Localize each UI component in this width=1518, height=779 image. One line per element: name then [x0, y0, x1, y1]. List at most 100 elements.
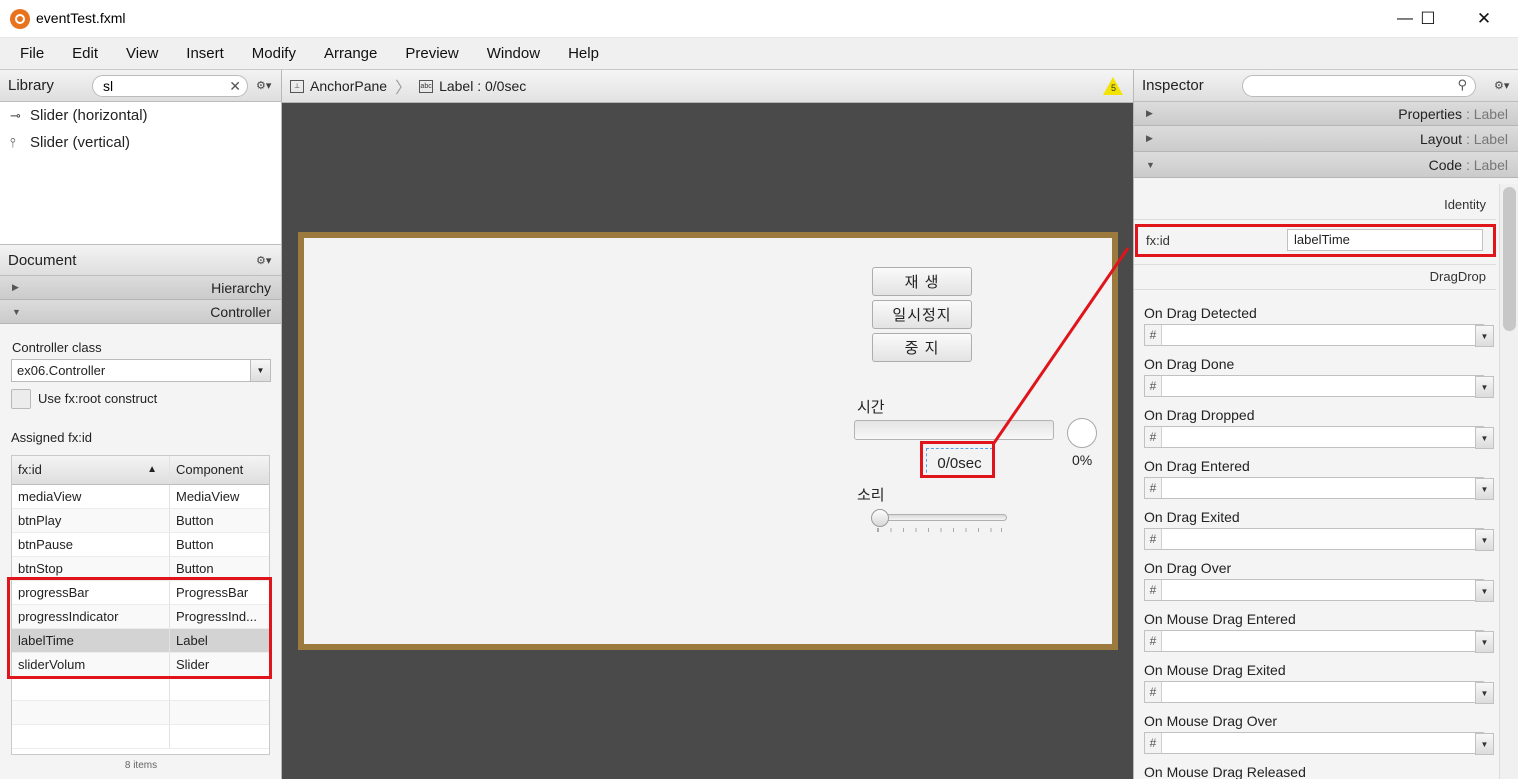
column-header-fxid[interactable]: fx:id ▲ — [12, 456, 170, 484]
handler-input[interactable]: # ▼ — [1144, 579, 1494, 602]
handler-label: On Drag Entered — [1144, 458, 1250, 474]
hash-icon: # — [1145, 733, 1162, 753]
library-item-slider-vertical[interactable]: ⫯ Slider (vertical) — [0, 129, 281, 156]
use-root-checkbox[interactable] — [11, 389, 31, 409]
hash-icon: # — [1145, 376, 1162, 396]
column-header-component[interactable]: Component — [170, 456, 269, 484]
highlight-box-fxid — [1135, 224, 1496, 257]
library-gear-icon[interactable]: ⚙▾ — [256, 79, 271, 92]
handler-input[interactable]: # ▼ — [1144, 528, 1494, 551]
handler-label: On Drag Detected — [1144, 305, 1257, 321]
clear-search-icon[interactable]: ✕ — [229, 76, 241, 96]
dropdown-arrow-icon[interactable]: ▼ — [1475, 580, 1494, 602]
properties-section[interactable]: ▶ Properties : Label — [1134, 102, 1518, 126]
table-row[interactable]: mediaView MediaView — [12, 485, 269, 509]
dragdrop-header: DragDrop — [1134, 264, 1496, 290]
table-row-empty — [12, 677, 269, 701]
library-title: Library — [8, 77, 54, 94]
use-root-label: Use fx:root construct — [38, 391, 158, 406]
title-bar: eventTest.fxml — ☐ ✕ — [0, 0, 1518, 38]
identity-header: Identity — [1134, 192, 1496, 220]
document-header: Document ⚙▾ — [0, 244, 281, 276]
library-item-label: Slider (horizontal) — [30, 107, 148, 124]
handler-label: On Drag Over — [1144, 560, 1232, 576]
handler-label: On Mouse Drag Exited — [1144, 662, 1286, 678]
menu-modify[interactable]: Modify — [238, 45, 310, 62]
table-row[interactable]: btnPlay Button — [12, 509, 269, 533]
menu-arrange[interactable]: Arrange — [310, 45, 391, 62]
menu-preview[interactable]: Preview — [391, 45, 472, 62]
handler-input[interactable]: # ▼ — [1144, 732, 1494, 755]
controller-section[interactable]: ▼ Controller — [0, 300, 281, 324]
handler-input[interactable]: # ▼ — [1144, 324, 1494, 347]
document-gear-icon[interactable]: ⚙▾ — [256, 254, 271, 267]
handler-input[interactable]: # ▼ — [1144, 630, 1494, 653]
menu-window[interactable]: Window — [473, 45, 554, 62]
inspector-title: Inspector — [1142, 77, 1204, 94]
left-panel: Library sl ✕ ⚙▾ ⊸ Slider (horizontal) ⫯ … — [0, 70, 282, 779]
menu-view[interactable]: View — [112, 45, 172, 62]
controller-class-label: Controller class — [12, 340, 102, 355]
search-icon: ⚲ — [1457, 77, 1467, 92]
window-title: eventTest.fxml — [36, 10, 126, 26]
table-header: fx:id ▲ Component — [12, 456, 269, 485]
collapsed-arrow-icon: ▶ — [1146, 133, 1153, 143]
handler-input[interactable]: # ▼ — [1144, 477, 1494, 500]
dropdown-arrow-icon[interactable]: ▼ — [1475, 529, 1494, 551]
hash-icon: # — [1145, 478, 1162, 498]
dropdown-arrow-icon[interactable]: ▼ — [1475, 427, 1494, 449]
dropdown-arrow-icon[interactable]: ▼ — [1475, 682, 1494, 704]
annotation-arrow — [992, 247, 1130, 444]
controller-class-combo[interactable]: ex06.Controller ▼ — [11, 359, 271, 382]
hash-icon: # — [1145, 631, 1162, 651]
close-button[interactable]: ✕ — [1461, 0, 1507, 38]
dropdown-arrow-icon[interactable]: ▼ — [1475, 478, 1494, 500]
table-row[interactable]: btnPause Button — [12, 533, 269, 557]
table-row-empty — [12, 725, 269, 749]
menu-help[interactable]: Help — [554, 45, 613, 62]
collapsed-arrow-icon: ▶ — [12, 282, 19, 292]
dropdown-arrow-icon[interactable]: ▼ — [1475, 325, 1494, 347]
expanded-arrow-icon: ▼ — [1146, 159, 1155, 170]
menu-insert[interactable]: Insert — [172, 45, 238, 62]
items-count: 8 items — [124, 760, 158, 771]
workspace: ⊥ AnchorPane 〉 abc Label : 0/0sec 5 재 생 … — [282, 70, 1133, 779]
code-section[interactable]: ▼ Code : Label — [1134, 152, 1518, 178]
vertical-slider-icon: ⫯ — [10, 134, 16, 150]
inspector-search-input[interactable]: ⚲ — [1242, 75, 1476, 97]
library-search-input[interactable]: sl ✕ — [92, 75, 248, 97]
dropdown-arrow-icon[interactable]: ▼ — [1475, 376, 1494, 398]
hash-icon: # — [1145, 325, 1162, 345]
hierarchy-section[interactable]: ▶ Hierarchy — [0, 276, 281, 300]
inspector-gear-icon[interactable]: ⚙▾ — [1494, 79, 1509, 92]
collapsed-arrow-icon: ▶ — [1146, 108, 1153, 118]
assigned-fxid-label: Assigned fx:id — [11, 430, 92, 445]
library-header: Library sl ✕ ⚙▾ — [0, 70, 281, 102]
table-row-empty — [12, 701, 269, 725]
handler-label: On Drag Dropped — [1144, 407, 1255, 423]
horizontal-slider-icon: ⊸ — [10, 107, 21, 123]
menu-file[interactable]: File — [6, 45, 58, 62]
library-item-label: Slider (vertical) — [30, 134, 131, 151]
sort-ascending-icon: ▲ — [147, 464, 157, 475]
hash-icon: # — [1145, 529, 1162, 549]
hash-icon: # — [1145, 580, 1162, 600]
inspector-header: Inspector ⚲ ⚙▾ — [1134, 70, 1518, 102]
inspector-scrollbar[interactable] — [1499, 184, 1518, 779]
layout-section[interactable]: ▶ Layout : Label — [1134, 126, 1518, 152]
dropdown-arrow-icon[interactable]: ▼ — [1475, 631, 1494, 653]
handler-input[interactable]: # ▼ — [1144, 681, 1494, 704]
highlight-box-rows — [7, 577, 272, 679]
library-item-slider-horizontal[interactable]: ⊸ Slider (horizontal) — [0, 102, 281, 129]
handler-input[interactable]: # ▼ — [1144, 375, 1494, 398]
handler-input[interactable]: # ▼ — [1144, 426, 1494, 449]
dropdown-arrow-icon[interactable]: ▼ — [1475, 733, 1494, 755]
hash-icon: # — [1145, 682, 1162, 702]
inspector-panel: Inspector ⚲ ⚙▾ ▶ Properties : Label ▶ La… — [1133, 70, 1518, 779]
library-list: ⊸ Slider (horizontal) ⫯ Slider (vertical… — [0, 102, 281, 244]
menu-edit[interactable]: Edit — [58, 45, 112, 62]
handler-label: On Drag Exited — [1144, 509, 1240, 525]
dropdown-arrow-icon[interactable]: ▼ — [250, 360, 270, 381]
maximize-button[interactable]: ☐ — [1405, 0, 1451, 38]
scrollbar-thumb[interactable] — [1503, 187, 1516, 331]
